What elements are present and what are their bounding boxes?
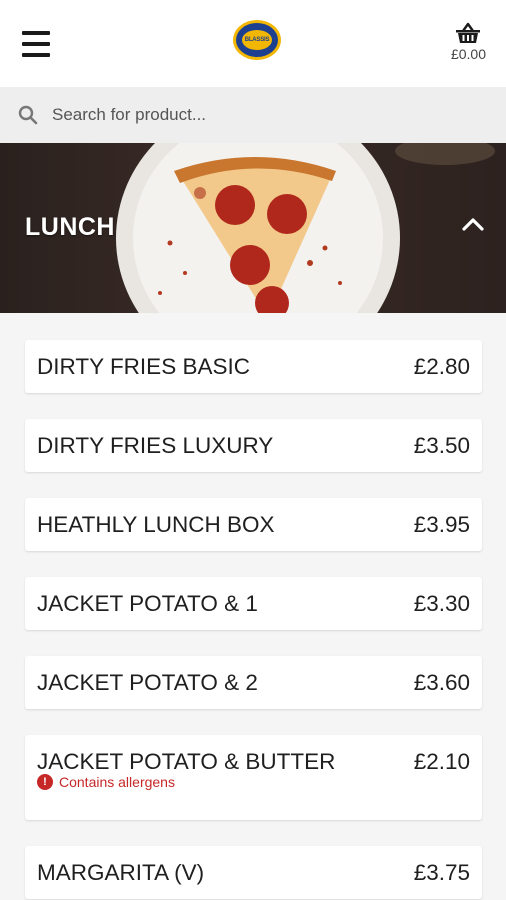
basket-icon [456,22,481,43]
product-list: DIRTY FRIES BASIC £2.80 DIRTY FRIES LUXU… [25,340,482,900]
product-item-margarita[interactable]: MARGARITA (V) £3.75 [25,846,482,899]
category-title: LUNCH [25,213,115,241]
product-item-jacket-potato-butter[interactable]: JACKET POTATO & BUTTER £2.10 ! Contains … [25,735,482,820]
product-item-heathly-lunch-box[interactable]: HEATHLY LUNCH BOX £3.95 [25,498,482,551]
product-item-dirty-fries-luxury[interactable]: DIRTY FRIES LUXURY £3.50 [25,419,482,472]
product-name: MARGARITA (V) [37,859,205,885]
product-name: DIRTY FRIES BASIC [37,353,250,379]
product-name: JACKET POTATO & BUTTER [37,748,336,774]
allergen-notice: ! Contains allergens [37,774,470,820]
cart-total: £0.00 [450,45,486,62]
product-price: £3.50 [413,432,470,458]
chevron-up-icon[interactable] [462,217,484,231]
brand-logo[interactable]: BLASSIS [233,20,281,60]
top-app-bar: BLASSIS £0.00 [0,0,506,87]
product-price: £3.60 [413,669,470,695]
product-price: £3.75 [413,859,470,885]
search-input[interactable] [52,105,472,125]
product-item-jacket-potato-1[interactable]: JACKET POTATO & 1 £3.30 [25,577,482,630]
search-icon [18,105,38,125]
cart-button[interactable]: £0.00 [451,22,486,62]
category-header-lunch[interactable]: LUNCH [0,143,506,313]
product-name: HEATHLY LUNCH BOX [37,511,275,537]
alert-icon: ! [37,774,53,790]
product-price: £3.95 [413,511,470,537]
product-price: £2.10 [413,748,470,774]
product-price: £2.80 [413,353,470,379]
logo-text: BLASSIS [242,30,272,50]
product-item-jacket-potato-2[interactable]: JACKET POTATO & 2 £3.60 [25,656,482,709]
product-price: £3.30 [413,590,470,616]
product-item-dirty-fries-basic[interactable]: DIRTY FRIES BASIC £2.80 [25,340,482,393]
product-name: DIRTY FRIES LUXURY [37,432,274,458]
product-name: JACKET POTATO & 1 [37,590,258,616]
search-bar [0,87,506,143]
allergen-text: Contains allergens [59,774,175,790]
product-name: JACKET POTATO & 2 [37,669,258,695]
hamburger-menu-icon[interactable] [22,30,50,57]
